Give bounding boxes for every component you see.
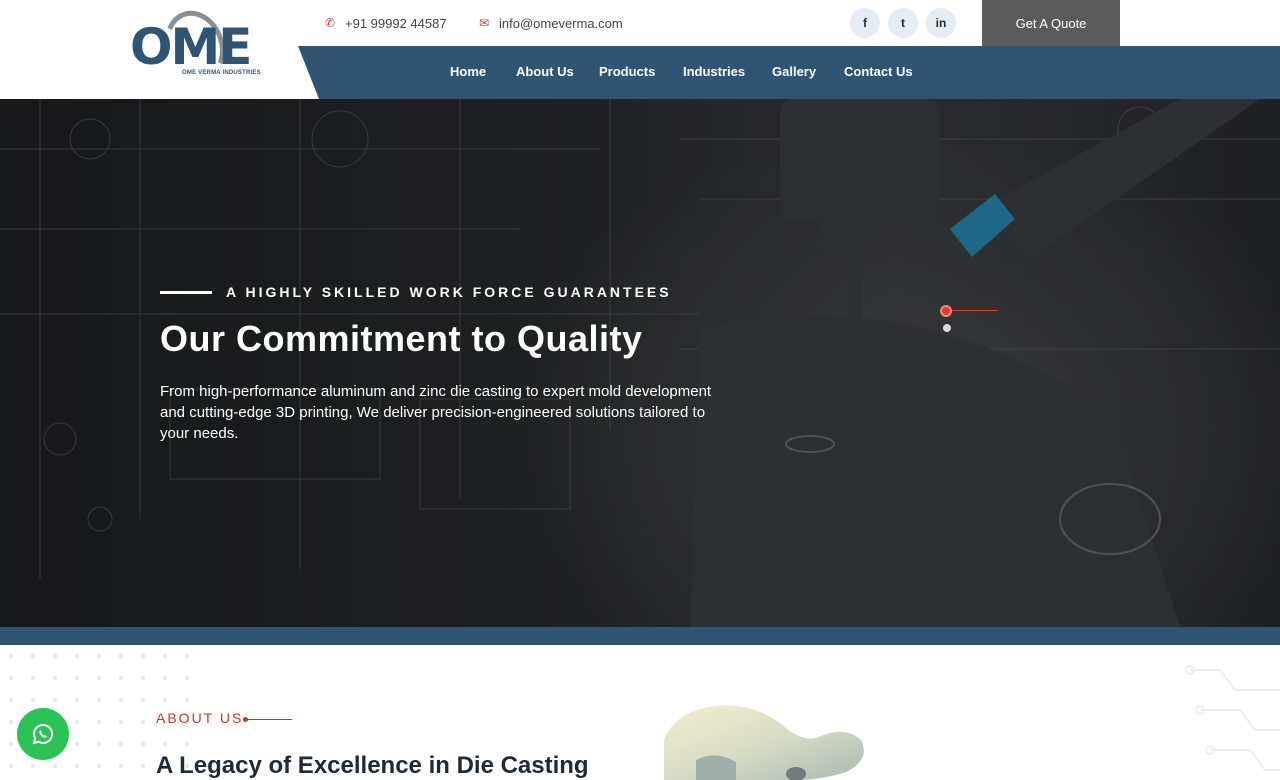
hero-overlay <box>0 99 1280 627</box>
circuit-pattern-icon <box>1185 665 1280 771</box>
nav-item-gallery[interactable]: Gallery <box>772 64 816 80</box>
logo-subtext: OME VERMA INDUSTRIES <box>182 70 261 76</box>
whatsapp-button[interactable] <box>17 708 69 760</box>
linkedin-button[interactable]: in <box>926 8 956 38</box>
slider-dot-line <box>952 310 998 311</box>
facebook-icon: f <box>863 16 867 30</box>
mail-icon: ✉ <box>478 16 490 30</box>
eyebrow-line <box>160 291 212 294</box>
hero-title: Our Commitment to Quality <box>160 318 643 359</box>
email-address: info@omeverma.com <box>499 15 623 31</box>
hero-description: From high-performance aluminum and zinc … <box>160 383 712 442</box>
phone-number: +91 99992 44587 <box>345 15 447 31</box>
twitter-icon: t <box>901 16 905 30</box>
hero-banner <box>0 99 1280 627</box>
about-label: ABOUT US <box>156 710 244 726</box>
slider-dot[interactable] <box>943 324 951 332</box>
nav-item-about[interactable]: About Us <box>516 64 574 80</box>
about-label-line <box>244 719 292 720</box>
die-cast-part-image <box>664 705 864 780</box>
twitter-button[interactable]: t <box>888 8 918 38</box>
nav-item-products[interactable]: Products <box>599 64 655 80</box>
phone-icon: ✆ <box>324 16 336 30</box>
email-contact[interactable]: ✉ info@omeverma.com <box>478 14 623 32</box>
about-title: A Legacy of Excellence in Die Casting <box>156 752 589 779</box>
logo-text: OME <box>130 18 252 76</box>
hero-eyebrow: A HIGHLY SKILLED WORK FORCE GUARANTEES <box>226 284 672 300</box>
whatsapp-icon <box>32 723 54 745</box>
nav-item-contact[interactable]: Contact Us <box>844 64 913 80</box>
hero-bottom-band <box>0 627 1280 645</box>
site-logo[interactable]: OME OME VERMA INDUSTRIES <box>130 2 280 90</box>
slider-dot-active[interactable] <box>940 305 952 317</box>
nav-item-industries[interactable]: Industries <box>683 64 745 80</box>
phone-contact[interactable]: ✆ +91 99992 44587 <box>324 14 447 32</box>
facebook-button[interactable]: f <box>850 8 880 38</box>
get-quote-button[interactable]: Get A Quote <box>982 0 1120 46</box>
linkedin-icon: in <box>935 16 947 30</box>
nav-item-home[interactable]: Home <box>450 64 486 80</box>
